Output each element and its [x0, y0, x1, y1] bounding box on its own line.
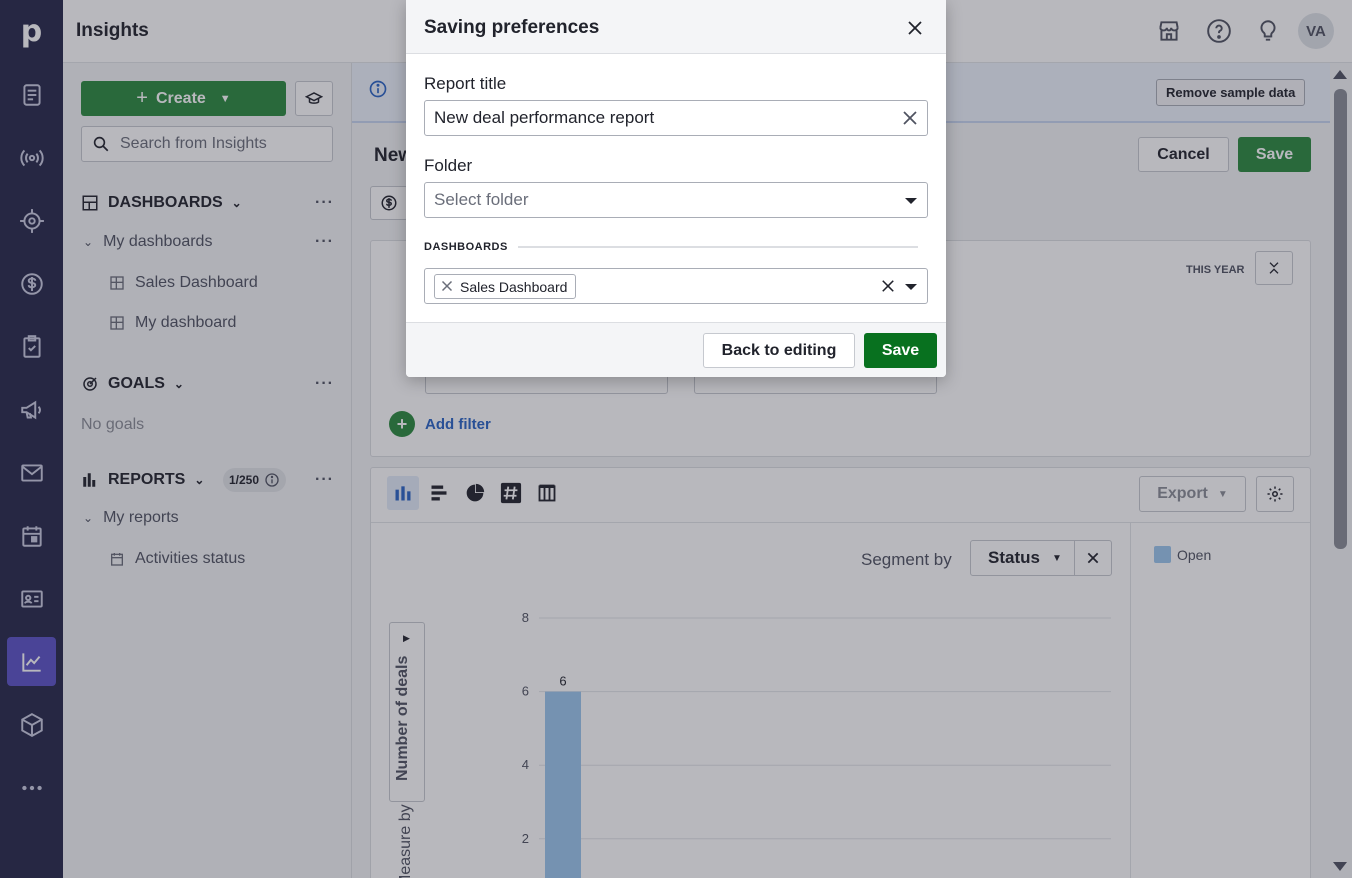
folder-placeholder: Select folder: [434, 190, 529, 209]
back-to-editing-button[interactable]: Back to editing: [703, 333, 855, 368]
report-title-label: Report title: [424, 74, 507, 93]
close-icon: [441, 280, 453, 291]
divider: [518, 246, 918, 248]
saving-preferences-dialog: Saving preferences Report title New deal…: [406, 0, 946, 377]
folder-select[interactable]: Select folder: [424, 182, 928, 218]
clear-input-button[interactable]: [902, 110, 918, 131]
dialog-header: Saving preferences: [406, 0, 946, 54]
caret-down-icon: [905, 198, 917, 204]
tag-label: Sales Dashboard: [460, 278, 568, 295]
report-title-value: New deal performance report: [434, 108, 655, 127]
close-dialog-button[interactable]: [903, 16, 927, 40]
close-icon: [908, 21, 922, 35]
report-title-input[interactable]: New deal performance report: [424, 100, 928, 136]
dashboards-multiselect[interactable]: Sales Dashboard: [424, 268, 928, 304]
close-icon: [903, 111, 917, 125]
dialog-title: Saving preferences: [424, 17, 600, 38]
folder-label: Folder: [424, 156, 473, 175]
selected-dashboard-tag: Sales Dashboard: [434, 274, 577, 299]
save-button[interactable]: Save: [864, 333, 937, 368]
dialog-footer: Back to editing Save: [406, 322, 946, 377]
clear-selection-button[interactable]: [881, 279, 895, 298]
close-icon: [882, 280, 894, 292]
caret-down-icon[interactable]: [905, 284, 917, 290]
remove-tag-button[interactable]: [441, 279, 453, 295]
dashboards-group-label: DASHBOARDS: [424, 241, 508, 253]
